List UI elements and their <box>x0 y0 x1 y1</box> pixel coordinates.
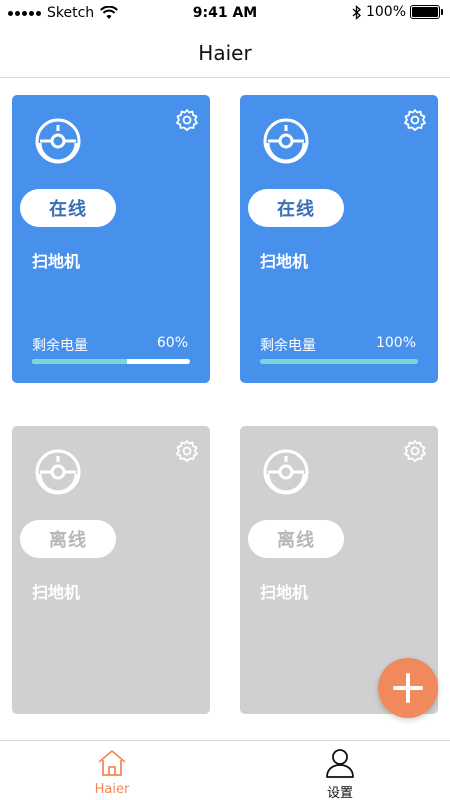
gear-icon[interactable] <box>174 107 200 133</box>
tab-settings[interactable]: 设置 <box>280 747 400 800</box>
battery-progress <box>32 359 190 364</box>
battery-progress <box>260 359 418 364</box>
status-badge: 在线 <box>248 189 344 227</box>
tab-label: Haier <box>94 782 130 797</box>
device-name: 扫地机 <box>32 252 81 271</box>
battery-progress-fill <box>32 359 127 364</box>
robot-vacuum-icon <box>263 118 309 164</box>
gear-icon[interactable] <box>402 438 428 464</box>
device-card-2[interactable]: 在线 扫地机 剩余电量 100% <box>240 95 438 383</box>
bluetooth-icon <box>352 4 361 20</box>
robot-vacuum-icon <box>35 118 81 164</box>
nav-bar: Haier <box>0 28 450 78</box>
device-card-3[interactable]: 离线 扫地机 <box>12 426 210 714</box>
battery-progress-fill <box>260 359 418 364</box>
user-icon <box>326 749 354 778</box>
status-right: 100% <box>352 4 443 20</box>
status-badge: 离线 <box>20 520 116 558</box>
tab-home[interactable]: Haier <box>52 747 172 800</box>
gear-icon[interactable] <box>402 107 428 133</box>
tab-label: 设置 <box>326 786 353 800</box>
plus-icon <box>393 673 423 703</box>
status-badge: 离线 <box>248 520 344 558</box>
tab-bar: Haier 设置 <box>0 740 450 800</box>
screen: Sketch 9:41 AM 100% Haier 在线 扫地机 剩余电量 60… <box>0 0 450 800</box>
battery-value: 60% <box>156 335 188 351</box>
device-name: 扫地机 <box>32 583 81 602</box>
battery-label: 剩余电量 <box>32 338 88 354</box>
battery-icon <box>410 5 443 19</box>
battery-row: 剩余电量 100% <box>260 335 416 355</box>
battery-percent: 100% <box>365 4 406 20</box>
device-card-1[interactable]: 在线 扫地机 剩余电量 60% <box>12 95 210 383</box>
status-bar: Sketch 9:41 AM 100% <box>0 0 450 28</box>
device-name: 扫地机 <box>260 252 309 271</box>
battery-value: 100% <box>375 335 416 351</box>
home-icon <box>98 750 126 776</box>
battery-row: 剩余电量 60% <box>32 335 188 355</box>
page-title: Haier <box>198 40 252 65</box>
battery-label: 剩余电量 <box>260 338 316 354</box>
device-name: 扫地机 <box>260 583 309 602</box>
gear-icon[interactable] <box>174 438 200 464</box>
robot-vacuum-icon <box>35 449 81 495</box>
robot-vacuum-icon <box>263 449 309 495</box>
add-device-button[interactable] <box>378 658 438 718</box>
status-badge: 在线 <box>20 189 116 227</box>
